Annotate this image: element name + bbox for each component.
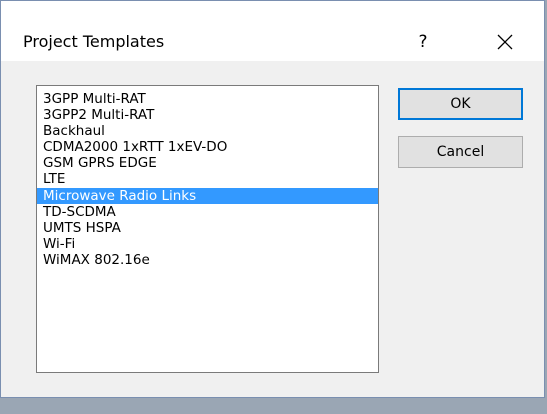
cancel-button[interactable]: Cancel xyxy=(398,136,523,168)
template-list-item[interactable]: Backhaul xyxy=(37,123,378,139)
help-button[interactable]: ? xyxy=(408,25,438,59)
template-list-item[interactable]: Microwave Radio Links xyxy=(37,187,378,204)
project-templates-dialog: Project Templates ? 3GPP Multi-RAT 3GPP2 … xyxy=(0,0,545,398)
template-list-item[interactable]: Wi-Fi xyxy=(37,236,378,252)
template-list-item[interactable]: WiMAX 802.16e xyxy=(37,252,378,268)
close-button[interactable] xyxy=(486,25,524,59)
question-mark-icon: ? xyxy=(418,32,428,52)
template-list-item[interactable]: 3GPP2 Multi-RAT xyxy=(37,107,378,123)
close-icon xyxy=(497,34,513,50)
template-list-item[interactable]: UMTS HSPA xyxy=(37,220,378,236)
dialog-title: Project Templates xyxy=(23,32,165,51)
template-listbox[interactable]: 3GPP Multi-RAT 3GPP2 Multi-RAT Backhaul CDM… xyxy=(36,85,379,373)
template-list-item[interactable]: LTE xyxy=(37,171,378,187)
template-list-item[interactable]: GSM GPRS EDGE xyxy=(37,155,378,171)
ok-button[interactable]: OK xyxy=(398,88,523,120)
template-list-item[interactable]: TD-SCDMA xyxy=(37,204,378,220)
template-list-item[interactable]: 3GPP Multi-RAT xyxy=(37,91,378,107)
template-list-item[interactable]: CDMA2000 1xRTT 1xEV-DO xyxy=(37,139,378,155)
title-bar: Project Templates ? xyxy=(1,1,544,61)
